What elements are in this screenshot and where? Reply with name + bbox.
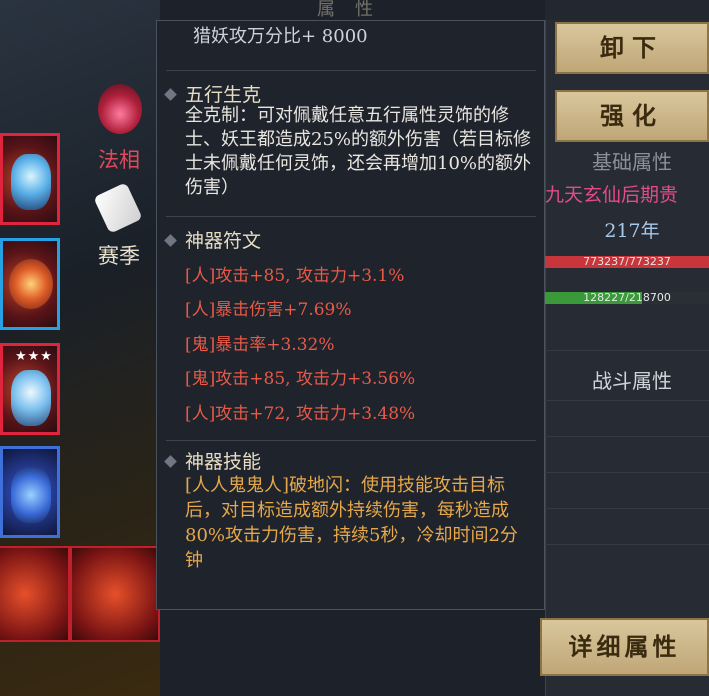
divider [166, 216, 536, 217]
rune-line: [鬼]暴击率+3.32% [185, 335, 335, 355]
section-title-wuxing: 五行生克 [164, 80, 261, 107]
age-value: 217年 [604, 220, 660, 242]
rune-line: [鬼]攻击+85, 攻击力+3.56% [185, 369, 416, 389]
divider [545, 400, 709, 401]
equip-slot-4[interactable] [0, 446, 60, 538]
mp-bar: 128227/218700 [545, 292, 709, 304]
fire-orb-icon [9, 259, 53, 309]
divider [545, 436, 709, 437]
wuxing-description: 全克制：可对佩戴任意五行属性灵饰的修士、妖王都造成25%的额外伤害（若目标修士未… [185, 105, 532, 198]
divider [166, 440, 536, 441]
combat-attr-title: 战斗属性 [592, 369, 672, 393]
scroll-relic-icon [11, 370, 51, 426]
crystal-icon [11, 467, 51, 523]
hp-bar: 773237/773237 [545, 256, 709, 268]
equip-slot-3[interactable]: ★★★ [0, 343, 60, 435]
divider [545, 508, 709, 509]
section-title-skill: 神器技能 [164, 447, 261, 474]
section-title-runes: 神器符文 [164, 226, 261, 253]
tooltip-header: 猎妖攻万分比+ 8000 [193, 26, 368, 47]
equip-slot-1[interactable] [0, 133, 60, 225]
star-rating: ★★★ [15, 349, 53, 364]
rune-line: [人]攻击+72, 攻击力+3.48% [185, 404, 416, 424]
divider [545, 350, 709, 351]
divider [545, 544, 709, 545]
divider [545, 472, 709, 473]
detail-attr-button[interactable]: 详细属性 [540, 618, 709, 676]
unequip-button[interactable]: 卸下 [555, 22, 709, 74]
diamond-icon [164, 454, 177, 468]
base-attr-title: 基础属性 [592, 150, 672, 174]
rune-line: [人]攻击+85, 攻击力+3.1% [185, 266, 405, 286]
equip-slot-6[interactable] [70, 546, 160, 642]
season-label: 赛季 [98, 244, 140, 268]
rune-line: [人]暴击伤害+7.69% [185, 300, 352, 320]
panel-title: 属性 [317, 0, 393, 20]
diamond-icon [164, 233, 177, 247]
diamond-icon [164, 87, 177, 101]
enhance-button[interactable]: 强化 [555, 90, 709, 142]
equip-slot-5[interactable] [0, 546, 70, 642]
fa-xiang-icon[interactable] [98, 84, 142, 134]
gem-icon [11, 154, 51, 210]
equip-slot-2[interactable] [0, 238, 60, 330]
divider [166, 70, 536, 71]
fa-xiang-label: 法相 [98, 148, 140, 172]
skill-description: [人人鬼鬼人]破地闪：使用技能攻击目标后，对目标造成额外持续伤害，每秒造成80%… [185, 475, 518, 571]
realm-value: 九天玄仙后期贵 [545, 184, 679, 206]
